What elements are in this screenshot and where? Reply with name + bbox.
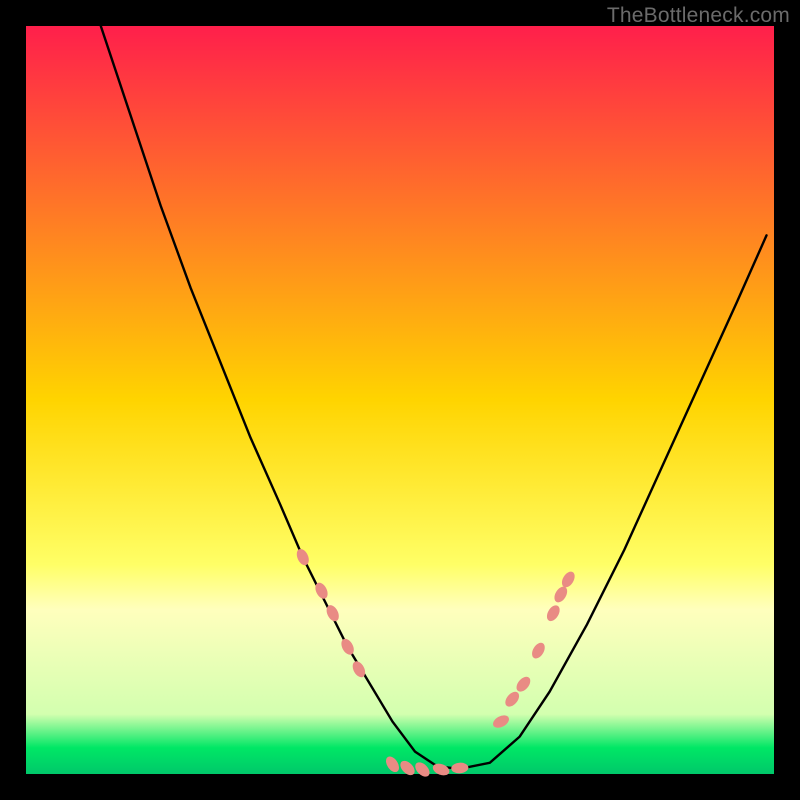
attribution-text: TheBottleneck.com	[607, 4, 790, 28]
bottleneck-chart	[0, 0, 800, 800]
chart-stage: TheBottleneck.com	[0, 0, 800, 800]
